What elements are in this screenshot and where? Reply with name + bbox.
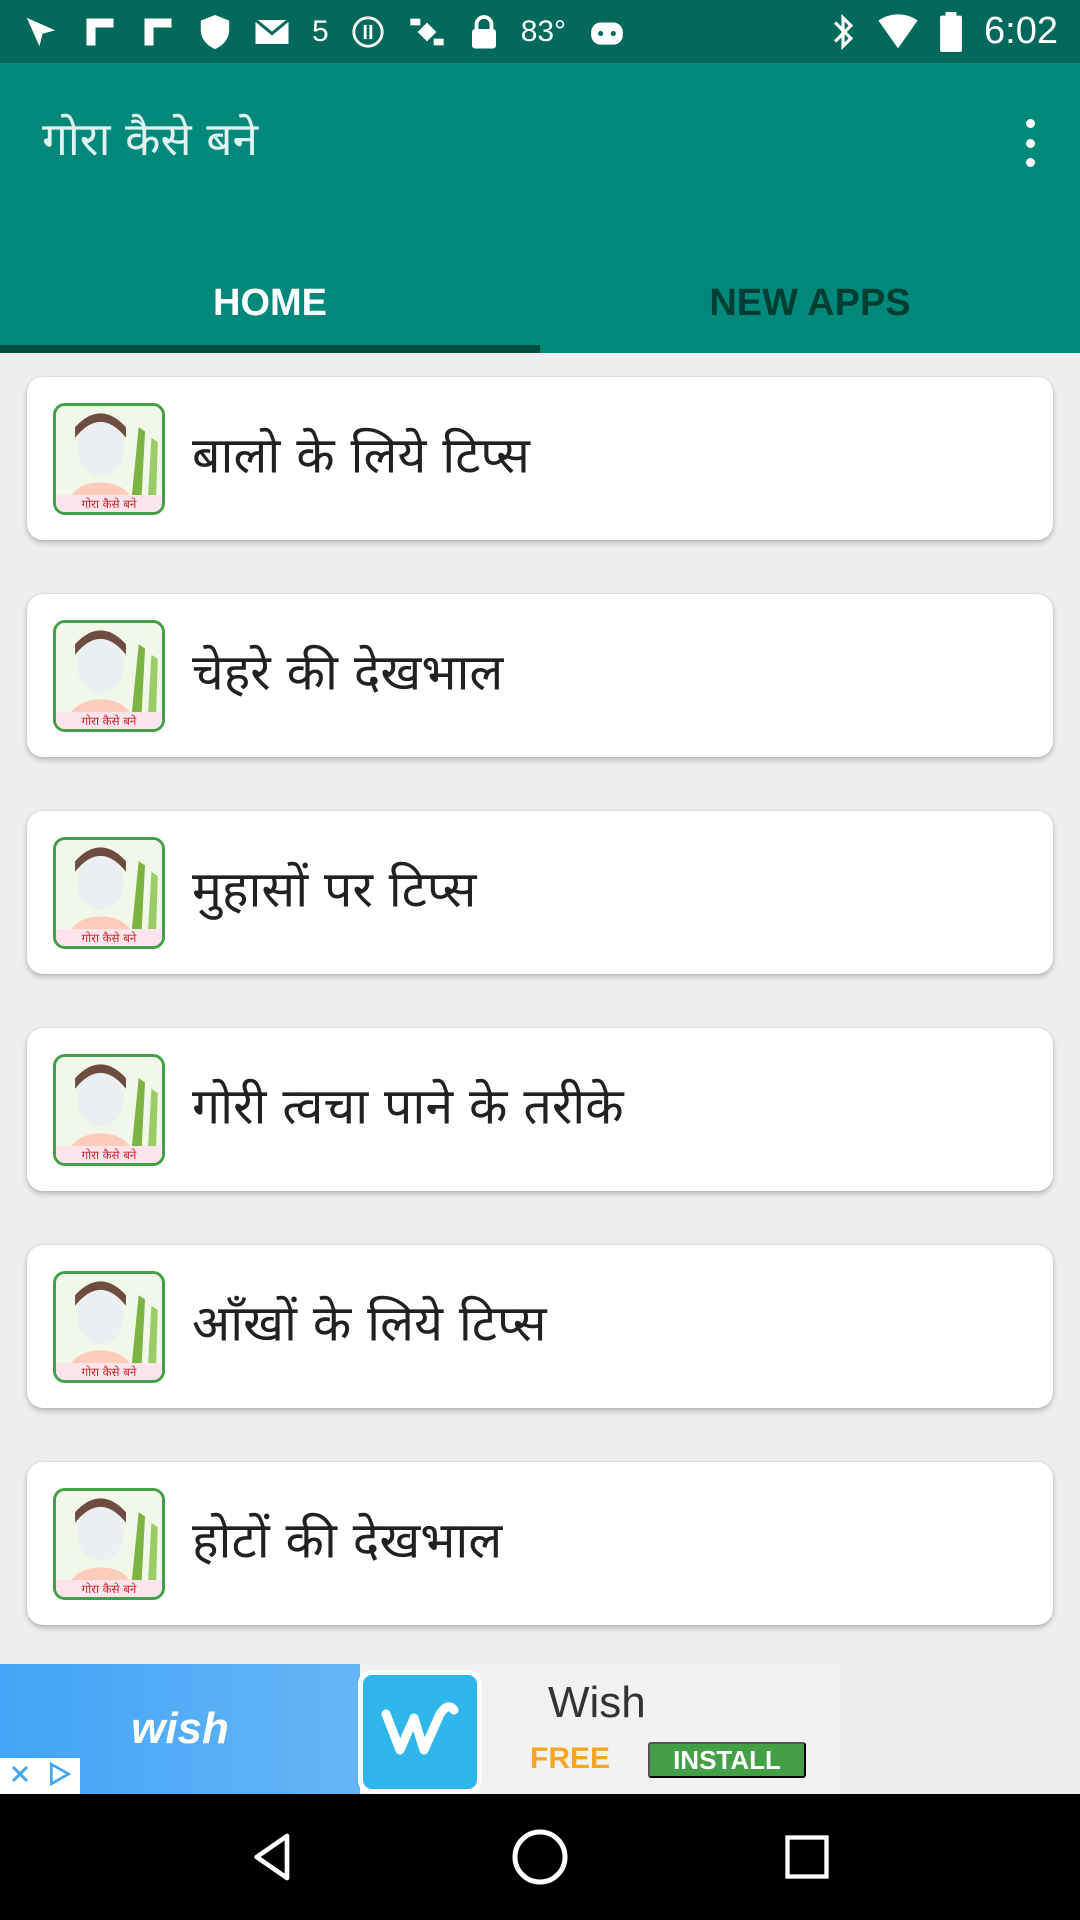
flipboard-icon [82,12,118,52]
list-item-label: होटों की देखभाल [192,1511,503,1570]
ad-choices[interactable] [0,1758,80,1794]
thumb-caption: गोरा कैसे बने [82,497,137,511]
face-mask-thumbnail: गोरा कैसे बने [53,1488,165,1600]
clock-text: 6:02 [984,10,1058,52]
status-bar: 5 83° 6:02 [0,0,1080,63]
app-title: गोरा कैसे बने [42,112,259,166]
thumb-caption: गोरा कैसे बने [82,1148,137,1162]
list-item-label: चेहरे की देखभाल [192,643,504,702]
more-vert-icon[interactable] [1010,113,1050,173]
app-bar: गोरा कैसे बने HOME NEW APPS [0,63,1080,353]
list-item[interactable]: गोरा कैसे बने आँखों के लिये टिप्स [27,1245,1053,1408]
temperature-text: 83° [520,14,567,48]
five-icon: 5 [312,14,329,48]
navigation-icon [22,12,60,52]
list-item[interactable]: गोरा कैसे बने मुहासों पर टिप्स [27,811,1053,974]
list-item-label: आँखों के लिये टिप्स [192,1294,547,1353]
wish-logo-icon[interactable] [358,1670,482,1794]
list-item[interactable]: गोरा कैसे बने होटों की देखभाल [27,1462,1053,1625]
home-icon[interactable] [505,1822,575,1892]
list-item[interactable]: गोरा कैसे बने बालो के लिये टिप्स [27,377,1053,540]
tab-bar: HOME NEW APPS [0,253,1080,353]
back-icon[interactable] [238,1822,308,1892]
system-nav-bar [0,1794,1080,1920]
thumb-caption: गोरा कैसे बने [82,714,137,728]
list-item-label: गोरी त्वचा पाने के तरीके [192,1077,624,1136]
face-mask-thumbnail: गोरा कैसे बने [53,1054,165,1166]
android-icon [588,12,626,52]
tab-home[interactable]: HOME [0,253,540,353]
ad-free-label: FREE [530,1742,611,1775]
face-mask-thumbnail: गोरा कैसे बने [53,403,165,515]
ad-choices-icon[interactable] [47,1761,73,1791]
wifi-icon [878,12,918,52]
list-item-label: मुहासों पर टिप्स [192,860,477,919]
shield-icon [198,12,232,52]
thumb-caption: गोरा कैसे बने [82,1582,137,1596]
list-item-label: बालो के लिये टिप्स [192,426,530,485]
battery-icon [940,11,962,52]
list-item[interactable]: गोरा कैसे बने चेहरे की देखभाल [27,594,1053,757]
tab-indicator [0,345,540,353]
mail-icon [254,12,290,52]
wish-wordmark: wish [131,1704,229,1753]
tab-home-label: HOME [213,281,327,324]
ad-app-name: Wish [548,1678,646,1727]
list-item[interactable]: गोरा कैसे बने गोरी त्वचा पाने के तरीके [27,1028,1053,1191]
install-button[interactable]: INSTALL [648,1742,806,1778]
lock-icon [469,12,499,52]
pause-circle-icon [351,12,385,52]
face-mask-thumbnail: गोरा कैसे बने [53,837,165,949]
tab-new-apps-label: NEW APPS [709,281,911,324]
thumb-caption: गोरा कैसे बने [82,931,137,945]
ad-banner[interactable]: wish Wish FREE INSTALL [0,1664,840,1794]
face-mask-thumbnail: गोरा कैसे बने [53,1271,165,1383]
close-icon[interactable] [8,1762,32,1790]
thumb-caption: गोरा कैसे बने [82,1365,137,1379]
recents-icon[interactable] [772,1822,842,1892]
bluetooth-icon [830,12,856,52]
tab-new-apps[interactable]: NEW APPS [540,253,1080,353]
flipboard-icon [140,12,176,52]
fake-gps-icon [407,12,447,52]
face-mask-thumbnail: गोरा कैसे बने [53,620,165,732]
